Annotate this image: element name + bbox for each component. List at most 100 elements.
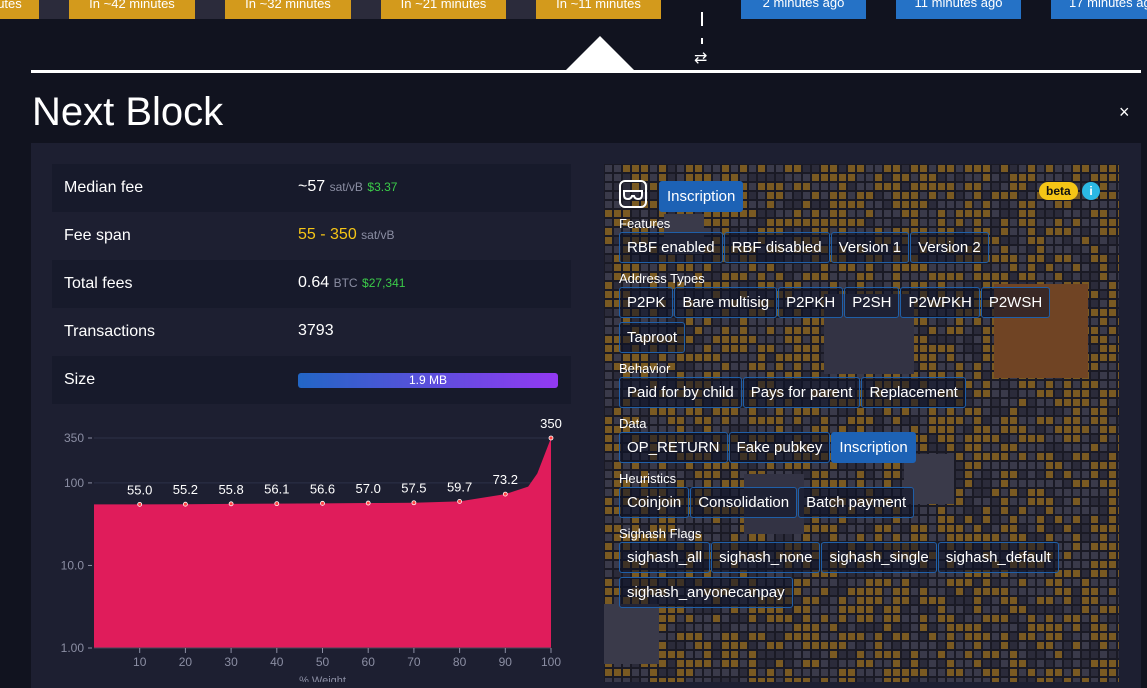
tx-tile bbox=[947, 678, 954, 682]
filter-group-label: Heuristics bbox=[619, 471, 677, 486]
tx-tile bbox=[1073, 669, 1080, 676]
tx-tile bbox=[1055, 633, 1062, 640]
tx-tile bbox=[1001, 633, 1008, 640]
filter-chip[interactable]: OP_RETURN bbox=[619, 432, 728, 463]
filter-chip[interactable]: P2WSH bbox=[980, 287, 1051, 318]
tx-tile bbox=[1109, 597, 1116, 604]
filter-chip[interactable]: Paid for by child bbox=[619, 377, 742, 408]
goggles-icon[interactable] bbox=[619, 180, 647, 208]
tx-tile bbox=[740, 165, 747, 172]
tx-tile bbox=[785, 165, 792, 172]
close-icon[interactable]: × bbox=[1119, 102, 1130, 123]
tx-tile bbox=[992, 642, 999, 649]
tx-tile bbox=[1037, 642, 1044, 649]
tx-tile bbox=[893, 651, 900, 658]
tx-tile bbox=[605, 354, 612, 361]
tx-tile bbox=[677, 642, 684, 649]
filter-chip[interactable]: Bare multisig bbox=[674, 287, 778, 318]
tx-tile bbox=[821, 642, 828, 649]
active-filter-chip[interactable]: Inscription bbox=[659, 181, 744, 212]
filter-chip[interactable]: Coinjoin bbox=[619, 487, 690, 518]
mined-block-1[interactable]: 11 minutes ago bbox=[896, 0, 1021, 19]
tx-tile bbox=[1109, 570, 1116, 577]
filter-chip[interactable]: Version 1 bbox=[830, 232, 910, 263]
tx-tile bbox=[605, 570, 612, 577]
tx-tile bbox=[1109, 390, 1116, 397]
tx-tile bbox=[1037, 615, 1044, 622]
filter-chip[interactable]: P2SH bbox=[844, 287, 900, 318]
tx-tile bbox=[1073, 624, 1080, 631]
filter-chip[interactable]: Inscription bbox=[831, 432, 916, 463]
mined-block-2[interactable]: 17 minutes ago bbox=[1051, 0, 1147, 19]
median-fee-label: Median fee bbox=[64, 179, 144, 196]
tx-tile bbox=[1082, 165, 1089, 172]
tx-tile bbox=[668, 165, 675, 172]
tx-tile bbox=[1109, 462, 1116, 469]
tx-tile bbox=[695, 165, 702, 172]
tx-tile bbox=[605, 525, 612, 532]
tx-tile bbox=[938, 642, 945, 649]
tx-tile bbox=[1073, 642, 1080, 649]
block-label: In ~42 minutes bbox=[89, 0, 175, 11]
filter-chip[interactable]: sighash_anyonecanpay bbox=[619, 577, 793, 608]
mined-block-0[interactable]: 2 minutes ago bbox=[741, 0, 866, 19]
tx-tile bbox=[758, 615, 765, 622]
y-tick-label: 1.00 bbox=[61, 641, 85, 655]
filter-chip[interactable]: Replacement bbox=[861, 377, 966, 408]
pending-block-2[interactable]: In ~32 minutes bbox=[225, 0, 351, 19]
filter-group: RBF enabled RBF disabled Version 1 Version … bbox=[619, 232, 1109, 267]
pending-block-0[interactable]: utes bbox=[0, 0, 39, 19]
tx-tile bbox=[1100, 615, 1107, 622]
tx-tile bbox=[920, 678, 927, 682]
tx-tile bbox=[695, 651, 702, 658]
tx-tile bbox=[740, 642, 747, 649]
tx-tile bbox=[1109, 273, 1116, 280]
data-label: 57.0 bbox=[356, 481, 381, 496]
tx-tile bbox=[884, 651, 891, 658]
tx-tile bbox=[605, 462, 612, 469]
pending-block-4[interactable]: In ~11 minutes bbox=[536, 0, 661, 19]
tx-tile bbox=[983, 624, 990, 631]
filter-chip[interactable]: Consolidation bbox=[690, 487, 798, 518]
tx-tile bbox=[1118, 372, 1119, 379]
filter-chip[interactable]: Version 2 bbox=[910, 232, 989, 263]
tx-tile bbox=[947, 669, 954, 676]
filter-chip[interactable]: RBF enabled bbox=[619, 232, 723, 263]
tx-tile bbox=[695, 642, 702, 649]
tx-tile bbox=[722, 624, 729, 631]
swap-icon[interactable]: ⇄ bbox=[694, 48, 707, 68]
tx-tile bbox=[1118, 399, 1119, 406]
filter-chip[interactable]: sighash_all bbox=[619, 542, 711, 573]
filter-chip[interactable]: sighash_default bbox=[937, 542, 1059, 573]
tx-tile bbox=[1010, 660, 1017, 667]
tx-tile bbox=[722, 669, 729, 676]
filter-chip[interactable]: Pays for parent bbox=[742, 377, 861, 408]
tx-tile bbox=[938, 165, 945, 172]
filter-chip[interactable]: Batch payment bbox=[798, 487, 915, 518]
tx-tile bbox=[659, 660, 666, 667]
fiat-value: $27,341 bbox=[362, 276, 406, 290]
tx-tile bbox=[1073, 651, 1080, 658]
pending-block-3[interactable]: In ~21 minutes bbox=[381, 0, 506, 19]
tx-tile bbox=[767, 678, 774, 682]
tx-tile bbox=[848, 660, 855, 667]
tx-tile bbox=[605, 291, 612, 298]
btc-unit: BTC bbox=[333, 276, 358, 290]
tx-tile bbox=[857, 615, 864, 622]
pending-block-1[interactable]: In ~42 minutes bbox=[69, 0, 195, 19]
filter-chip[interactable]: sighash_single bbox=[821, 542, 937, 573]
filter-chip[interactable]: Taproot bbox=[619, 322, 686, 353]
tx-tile bbox=[1073, 660, 1080, 667]
filter-chip[interactable]: sighash_none bbox=[711, 542, 821, 573]
tx-tile bbox=[686, 678, 693, 682]
tx-tile bbox=[992, 165, 999, 172]
tx-tile bbox=[785, 642, 792, 649]
filter-chip[interactable]: P2PKH bbox=[778, 287, 844, 318]
filter-chip[interactable]: P2WPKH bbox=[900, 287, 980, 318]
filter-chip[interactable]: Fake pubkey bbox=[728, 432, 831, 463]
x-tick-label: 10 bbox=[133, 655, 147, 669]
tx-tile bbox=[605, 399, 612, 406]
filter-chip[interactable]: P2PK bbox=[619, 287, 674, 318]
filter-chip[interactable]: RBF disabled bbox=[723, 232, 830, 263]
tx-tile bbox=[902, 633, 909, 640]
